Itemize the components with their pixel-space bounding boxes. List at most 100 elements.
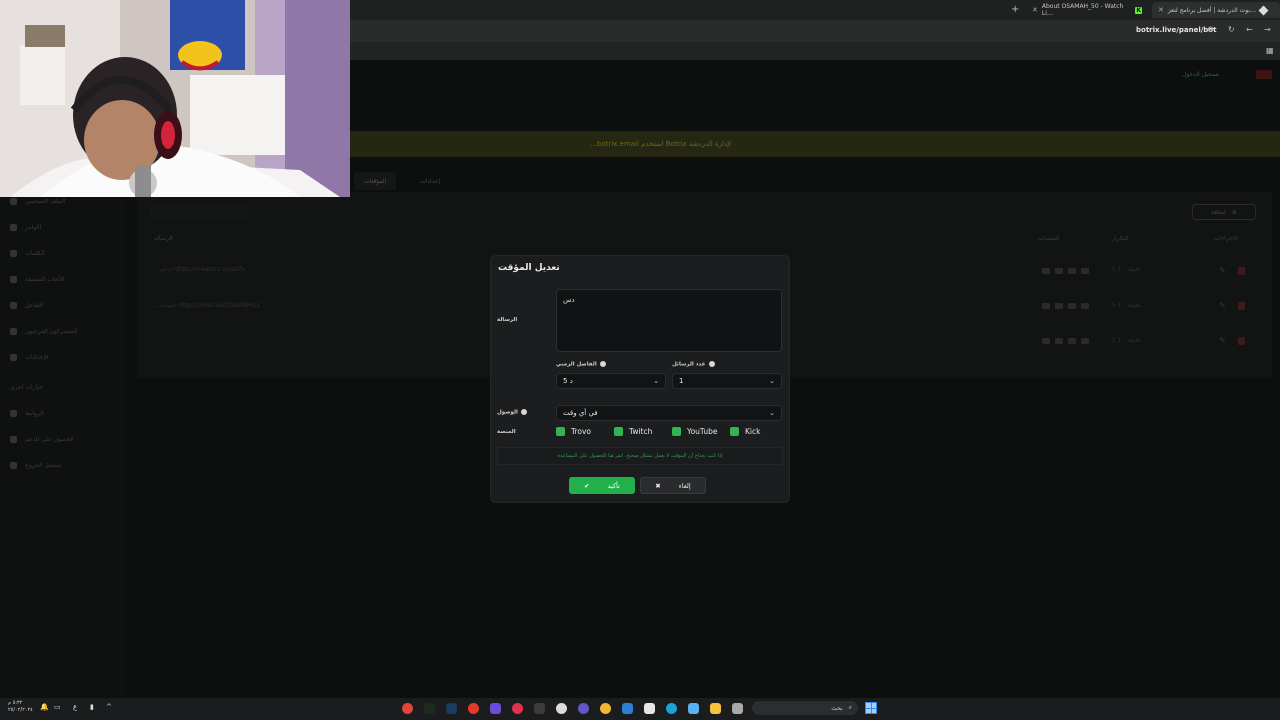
start-windows-icon[interactable] xyxy=(865,702,877,714)
sidebar-item-support[interactable]: الحصول على الدعم xyxy=(10,436,120,443)
count-select[interactable]: 1 ⌄ xyxy=(672,373,782,389)
chevron-down-icon: ⌄ xyxy=(653,377,659,385)
browser-tab-botrix[interactable]: ✕ بوت الدردشة | أفضل برنامج لتعز… xyxy=(1152,2,1280,18)
interval-value: 5 د xyxy=(563,377,573,385)
steam-icon[interactable] xyxy=(446,703,457,714)
app-icon[interactable] xyxy=(534,703,545,714)
delete-icon[interactable] xyxy=(1238,302,1245,310)
sidebar-item-commands[interactable]: الأوامر xyxy=(10,224,120,231)
checkbox-checked-icon[interactable] xyxy=(730,427,739,436)
sidebar-item-subscribers[interactable]: المشتركون الفرعيون xyxy=(10,328,120,335)
edit-icon[interactable]: ✎ xyxy=(1219,266,1226,275)
info-icon[interactable] xyxy=(708,361,715,367)
kick-favicon-icon: K xyxy=(1135,6,1142,14)
platform-youtube-checkbox[interactable]: YouTube xyxy=(672,427,718,436)
column-header-platforms: المنصات xyxy=(1038,235,1060,242)
back-icon[interactable]: ← xyxy=(1246,25,1253,34)
obs-icon[interactable] xyxy=(556,703,567,714)
table-row-interval: 5 دقيقة - 1 xyxy=(1112,337,1142,344)
close-icon: ✖ xyxy=(655,481,661,490)
sidebar-item-settings[interactable]: الإعدادات xyxy=(10,354,120,361)
platform-twitch-checkbox[interactable]: Twitch xyxy=(614,427,652,436)
table-row-interval: 5 دقيقة - 1 xyxy=(1112,302,1142,309)
sidebar-item-interaction[interactable]: التفاعل xyxy=(10,302,120,309)
tab-settings[interactable]: إعدادات xyxy=(410,172,450,190)
confirm-button[interactable]: ✔ تأكيد xyxy=(569,477,635,494)
chevron-up-icon[interactable]: ^ xyxy=(106,703,112,711)
platform-name: Trovo xyxy=(571,427,592,436)
chrome-alt-icon[interactable] xyxy=(600,703,611,714)
language-flag[interactable] xyxy=(1256,70,1272,79)
file-explorer-icon[interactable] xyxy=(710,703,721,714)
close-tab-icon[interactable]: ✕ xyxy=(1158,6,1164,14)
browser-tab-kick[interactable]: ✕ About OSAMAH_50 - Watch Li… K xyxy=(1026,2,1148,18)
chrome-red-icon[interactable] xyxy=(468,703,479,714)
discord-icon[interactable] xyxy=(490,703,501,714)
chevron-down-icon: ⌄ xyxy=(769,377,775,385)
url-text[interactable]: botrix.live/panel/bot xyxy=(1136,26,1216,34)
app-purple-icon[interactable] xyxy=(578,703,589,714)
webcam-image xyxy=(0,0,350,197)
checkbox-checked-icon[interactable] xyxy=(556,427,565,436)
count-label-wrap: عدد الرسائل xyxy=(672,361,715,368)
logout-icon xyxy=(10,462,17,469)
chat-icon xyxy=(10,250,17,257)
calendar-icon[interactable] xyxy=(644,703,655,714)
cancel-button[interactable]: ✖ إلغاء xyxy=(640,477,706,494)
message-textarea[interactable]: دس xyxy=(556,289,782,352)
checkbox-checked-icon[interactable] xyxy=(614,427,623,436)
nvidia-icon[interactable] xyxy=(424,703,435,714)
sidebar-item-words[interactable]: الكلمات xyxy=(10,250,120,257)
chevron-down-icon: ⌄ xyxy=(769,409,775,417)
checkbox-checked-icon[interactable] xyxy=(672,427,681,436)
access-select[interactable]: في أي وقت ⌄ xyxy=(556,405,782,421)
login-button[interactable]: تسجيل الدخول xyxy=(1182,71,1219,78)
help-note[interactable]: إذا كنت تحتاج أن المؤقت لا يعمل بشكل صحي… xyxy=(497,447,783,465)
window-icon[interactable] xyxy=(732,703,743,714)
info-icon[interactable] xyxy=(599,361,606,367)
opera-icon[interactable] xyxy=(512,703,523,714)
notification-icon[interactable]: 🔔 xyxy=(40,703,49,711)
add-timer-button[interactable]: إضافة ⊕ xyxy=(1192,204,1256,220)
sidebar-item-games[interactable]: الألعاب المسبقة xyxy=(10,276,120,283)
sidebar-item-links[interactable]: الروابط xyxy=(10,410,120,417)
platform-trovo-checkbox[interactable]: Trovo xyxy=(556,427,591,436)
new-tab-button[interactable]: + xyxy=(1011,4,1019,15)
taskbar-search[interactable]: بحث ⌕ xyxy=(752,701,858,715)
info-icon[interactable] xyxy=(520,409,527,415)
tab-timers[interactable]: المؤقتات xyxy=(354,172,397,190)
chrome-icon[interactable] xyxy=(402,703,413,714)
help-icon xyxy=(10,436,17,443)
time-text: ٥:٣٢ م xyxy=(8,700,23,706)
platform-kick-checkbox[interactable]: Kick xyxy=(730,427,760,436)
interval-select[interactable]: 5 د ⌄ xyxy=(556,373,666,389)
sidebar xyxy=(0,190,126,698)
reload-icon[interactable]: ↻ xyxy=(1228,25,1235,34)
taskbar xyxy=(0,698,1280,720)
site-settings-icon[interactable]: ⚙ xyxy=(1207,25,1214,34)
count-value: 1 xyxy=(679,377,684,385)
edit-icon[interactable]: ✎ xyxy=(1219,336,1226,345)
close-tab-icon[interactable]: ✕ xyxy=(1032,6,1038,14)
search-input[interactable] xyxy=(150,205,248,219)
sidebar-item-logout[interactable]: تسجيل الخروج xyxy=(10,462,120,469)
platform-name: YouTube xyxy=(687,427,718,436)
delete-icon[interactable] xyxy=(1238,267,1245,275)
column-header-interval: التكرار xyxy=(1112,235,1129,242)
forward-icon[interactable]: → xyxy=(1264,25,1271,34)
interval-label-wrap: الفاصل الزمني xyxy=(556,361,606,368)
taskbar-clock[interactable]: ٥:٣٢ م ٢٥/٠٢/٢٠٢٤ xyxy=(8,700,33,714)
copilot-icon[interactable] xyxy=(688,703,699,714)
count-label: عدد الرسائل xyxy=(672,361,706,368)
date-text: ٢٥/٠٢/٢٠٢٤ xyxy=(8,707,33,713)
mail-icon[interactable] xyxy=(622,703,633,714)
battery-icon[interactable]: ▮ xyxy=(90,703,94,711)
edit-icon[interactable]: ✎ xyxy=(1219,301,1226,310)
delete-icon[interactable] xyxy=(1238,337,1245,345)
table-row-interval: 5 دقيقة - 1 xyxy=(1112,266,1142,273)
edge-icon[interactable] xyxy=(666,703,677,714)
apps-grid-icon[interactable]: ▦ xyxy=(1266,46,1274,55)
sidebar-item-profile[interactable]: الملف الشخصي xyxy=(10,198,120,205)
language-indicator[interactable]: ع xyxy=(73,703,77,711)
display-icon[interactable]: ▭ xyxy=(54,703,61,711)
